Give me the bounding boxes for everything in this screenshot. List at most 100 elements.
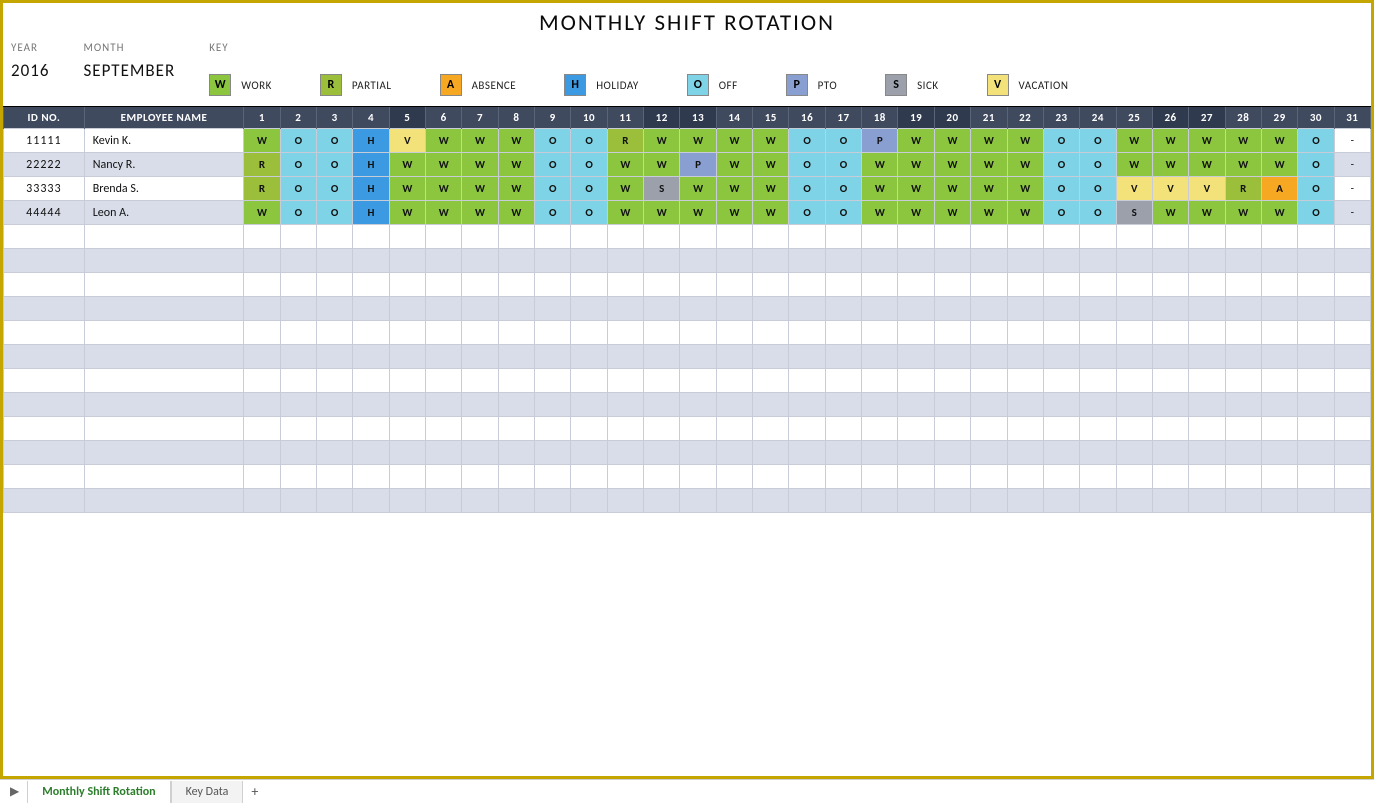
cell-empty[interactable] [898,489,934,513]
cell-empty[interactable] [4,489,85,513]
cell-empty[interactable] [716,441,752,465]
cell-empty[interactable] [825,489,861,513]
cell-empty[interactable] [1007,321,1043,345]
cell-empty[interactable] [644,465,680,489]
cell-empty[interactable] [244,489,280,513]
cell-empty[interactable] [280,489,316,513]
cell-empty[interactable] [789,345,825,369]
cell-empty[interactable] [1080,489,1116,513]
cell-empty[interactable] [389,345,425,369]
cell-empty[interactable] [280,297,316,321]
shift-cell[interactable]: O [1298,129,1334,153]
cell-empty[interactable] [1334,273,1370,297]
cell-empty[interactable] [1116,225,1152,249]
cell-empty[interactable] [353,249,389,273]
cell-empty[interactable] [4,297,85,321]
cell-empty[interactable] [1043,225,1079,249]
cell-empty[interactable] [716,465,752,489]
cell-empty[interactable] [244,369,280,393]
cell-empty[interactable] [84,297,244,321]
cell-empty[interactable] [898,321,934,345]
shift-cell[interactable]: W [716,177,752,201]
shift-cell[interactable]: W [462,153,498,177]
cell-empty[interactable] [280,273,316,297]
cell-empty[interactable] [4,441,85,465]
shift-cell[interactable]: W [389,153,425,177]
cell-empty[interactable] [1225,393,1261,417]
cell-empty[interactable] [934,345,970,369]
shift-cell[interactable]: O [825,153,861,177]
cell-empty[interactable] [971,441,1007,465]
cell-empty[interactable] [571,249,607,273]
cell-empty[interactable] [1080,273,1116,297]
cell-empty[interactable] [535,321,571,345]
cell-empty[interactable] [535,249,571,273]
cell-empty[interactable] [1189,345,1225,369]
shift-cell[interactable]: W [1225,153,1261,177]
cell-empty[interactable] [934,465,970,489]
cell-empty[interactable] [1152,369,1188,393]
cell-empty[interactable] [1261,489,1297,513]
cell-empty[interactable] [1080,297,1116,321]
shift-cell[interactable]: W [498,129,534,153]
shift-cell[interactable]: W [862,177,898,201]
cell-empty[interactable] [971,345,1007,369]
cell-empty[interactable] [4,249,85,273]
cell-empty[interactable] [1116,249,1152,273]
cell-empty[interactable] [84,369,244,393]
cell-empty[interactable] [789,417,825,441]
cell-empty[interactable] [462,489,498,513]
shift-cell[interactable]: W [389,177,425,201]
cell-empty[interactable] [680,273,716,297]
cell-empty[interactable] [862,441,898,465]
cell-empty[interactable] [1334,369,1370,393]
cell-empty[interactable] [680,441,716,465]
cell-empty[interactable] [1189,441,1225,465]
cell-empty[interactable] [1043,465,1079,489]
shift-cell[interactable]: H [353,129,389,153]
shift-cell[interactable]: W [971,129,1007,153]
cell-empty[interactable] [644,321,680,345]
shift-cell[interactable]: O [1298,201,1334,225]
cell-empty[interactable] [971,225,1007,249]
cell-empty[interactable] [244,417,280,441]
shift-cell[interactable]: O [1298,153,1334,177]
shift-cell[interactable]: W [1261,201,1297,225]
shift-cell[interactable]: W [1189,201,1225,225]
cell-empty[interactable] [1007,225,1043,249]
cell-empty[interactable] [1116,393,1152,417]
year-value[interactable]: 2016 [11,60,49,81]
cell-empty[interactable] [971,465,1007,489]
cell-empty[interactable] [462,393,498,417]
cell-empty[interactable] [426,249,462,273]
cell-empty[interactable] [1298,249,1334,273]
cell-empty[interactable] [1080,465,1116,489]
cell-empty[interactable] [426,441,462,465]
cell-empty[interactable] [571,465,607,489]
shift-cell[interactable]: V [1189,177,1225,201]
cell-empty[interactable] [898,225,934,249]
cell-empty[interactable] [280,369,316,393]
cell-empty[interactable] [825,345,861,369]
shift-cell[interactable]: O [280,153,316,177]
cell-empty[interactable] [498,225,534,249]
cell-empty[interactable] [1261,417,1297,441]
shift-cell[interactable]: W [934,201,970,225]
cell-empty[interactable] [898,249,934,273]
shift-cell[interactable]: O [535,201,571,225]
cell-empty[interactable] [1334,489,1370,513]
shift-cell[interactable]: S [1116,201,1152,225]
cell-empty[interactable] [1116,441,1152,465]
shift-cell[interactable]: O [1043,201,1079,225]
cell-empty[interactable] [244,393,280,417]
cell-empty[interactable] [1043,393,1079,417]
cell-empty[interactable] [280,321,316,345]
cell-empty[interactable] [498,441,534,465]
cell-empty[interactable] [535,441,571,465]
shift-cell[interactable]: P [680,153,716,177]
cell-empty[interactable] [825,321,861,345]
cell-empty[interactable] [862,369,898,393]
cell-empty[interactable] [389,417,425,441]
tab-monthly-shift-rotation[interactable]: Monthly Shift Rotation [27,781,170,803]
cell-empty[interactable] [607,465,643,489]
